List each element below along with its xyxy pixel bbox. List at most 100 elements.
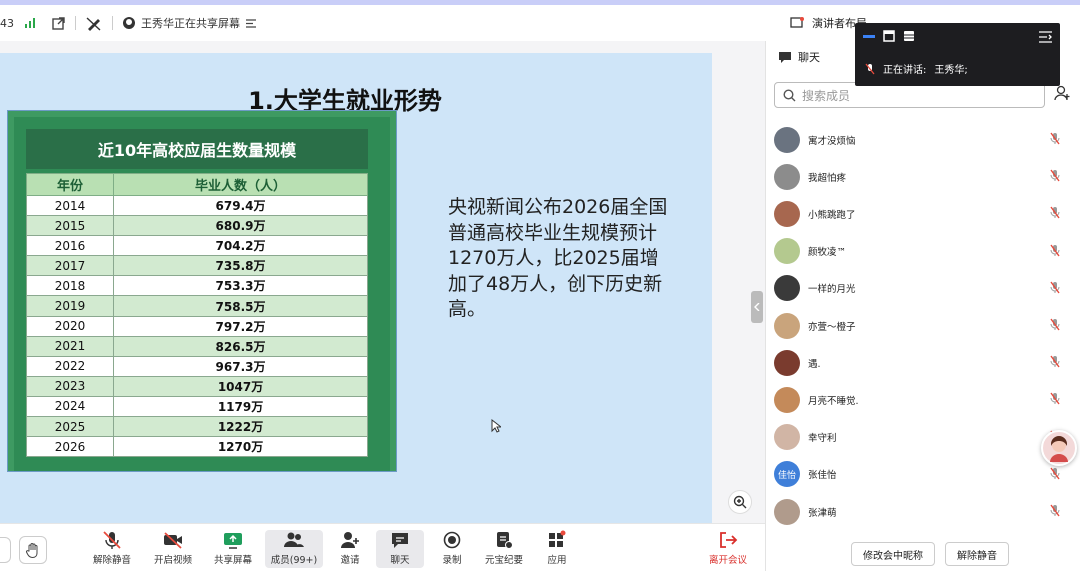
year-cell: 2026	[25, 436, 115, 458]
collapse-panel-handle[interactable]	[751, 291, 763, 323]
mic-muted-icon[interactable]	[1050, 392, 1060, 405]
member-name: 月亮不睡觉.	[808, 395, 859, 407]
meeting-window: 43 王秀华正在共享屏幕 演讲者布局 1.大学生就业形势 近10年高校应届生数量…	[0, 0, 1080, 571]
collapse-list-icon[interactable]	[1039, 31, 1052, 43]
slide-body-text: 央视新闻公布2026届全国普通高校毕业生规模预计1270万人，比2025届增加了…	[448, 196, 668, 320]
mic-muted-icon[interactable]	[1050, 504, 1060, 517]
count-cell: 704.2万	[113, 235, 368, 257]
member-item[interactable]: 颜牧凌™	[774, 233, 1074, 270]
table-row: 2017 735.8万	[25, 255, 368, 277]
floating-avatar[interactable]	[1041, 430, 1077, 466]
mouse-cursor-icon	[491, 418, 503, 437]
member-item[interactable]: 我超怕疼	[774, 158, 1074, 195]
table-row: 2014 679.4万	[25, 194, 368, 217]
member-name: 小熊跳跑了	[808, 209, 856, 221]
rename-button[interactable]: 修改会中昵称	[851, 542, 935, 566]
avatar	[774, 349, 800, 376]
table-title: 近10年高校应届生数量规模	[26, 129, 368, 169]
share-screen-button[interactable]: 共享屏幕	[205, 530, 261, 568]
members-button[interactable]: 成员(99+)	[265, 530, 323, 568]
mic-muted-icon[interactable]	[1050, 244, 1060, 257]
apps-label: 应用	[547, 555, 567, 566]
count-cell: 1270万	[113, 436, 368, 458]
members-icon	[284, 532, 304, 547]
menu-lines-icon[interactable]	[246, 18, 256, 28]
member-item[interactable]: 佳怡 张佳怡	[774, 456, 1074, 493]
unmute-button[interactable]: 解除静音	[84, 530, 140, 568]
raise-hand-button[interactable]	[19, 536, 47, 564]
search-icon	[783, 88, 796, 101]
year-cell: 2019	[25, 295, 115, 317]
year-cell: 2021	[25, 335, 115, 357]
search-placeholder: 搜索成员	[802, 88, 851, 103]
chat-tab[interactable]: 聊天	[778, 49, 820, 65]
ai-summary-button[interactable]: 元宝纪要	[476, 530, 532, 568]
summary-icon	[497, 532, 513, 549]
chat-button[interactable]: 聊天	[376, 530, 424, 568]
member-item[interactable]: 幸守利	[774, 419, 1074, 456]
divider	[112, 16, 113, 30]
count-cell: 826.5万	[113, 335, 368, 357]
add-member-button[interactable]	[1054, 85, 1070, 105]
avatar	[774, 424, 800, 451]
unmute-label: 解除静音	[92, 555, 131, 566]
minimize-bar-icon[interactable]	[863, 34, 875, 38]
mic-muted-icon[interactable]	[1050, 467, 1060, 480]
popout-icon[interactable]	[52, 16, 65, 30]
presenter-avatar-icon	[123, 17, 135, 29]
top-bar: 43 王秀华正在共享屏幕	[0, 5, 765, 41]
member-item[interactable]: 遇.	[774, 344, 1074, 381]
member-item[interactable]: 张津萌	[774, 493, 1074, 530]
add-person-icon	[1054, 85, 1070, 101]
share-screen-label: 共享屏幕	[213, 555, 252, 566]
apps-icon	[549, 530, 566, 547]
member-item[interactable]: 月亮不睡觉.	[774, 381, 1074, 418]
member-name: 一样的月光	[808, 284, 856, 296]
chat-tab-label: 聊天	[798, 51, 820, 64]
signal-icon[interactable]	[24, 17, 36, 29]
mic-muted-icon[interactable]	[1050, 132, 1060, 145]
annotation-off-icon[interactable]	[86, 16, 102, 31]
year-cell: 2015	[25, 215, 115, 237]
invite-button[interactable]: 邀请	[322, 530, 378, 568]
speaker-overlay: 正在讲话: 王秀华;	[855, 23, 1060, 86]
panel-unmute-button[interactable]: 解除静音	[945, 542, 1009, 566]
side-tab[interactable]	[0, 537, 11, 563]
leave-meeting-button[interactable]: 离开会议	[700, 530, 756, 568]
speaker-overlay-controls	[863, 30, 915, 42]
record-button[interactable]: 录制	[424, 530, 480, 568]
speaking-label: 正在讲话:	[883, 65, 927, 76]
member-item[interactable]: 亦萱～橙子	[774, 307, 1074, 344]
window-icon[interactable]	[883, 30, 895, 42]
avatar	[774, 498, 800, 525]
mic-muted-icon[interactable]	[1050, 355, 1060, 368]
list-view-icon[interactable]	[903, 30, 915, 42]
count-cell: 753.3万	[113, 275, 368, 297]
member-item[interactable]: 小熊跳跑了	[774, 195, 1074, 232]
table-row: 2025 1222万	[25, 416, 368, 438]
member-name: 亦萱～橙子	[808, 321, 856, 333]
member-item[interactable]: 寓才没烦恼	[774, 121, 1074, 158]
leave-icon	[720, 532, 738, 548]
video-off-icon	[164, 532, 182, 549]
count-cell: 797.2万	[113, 315, 368, 337]
member-item[interactable]: 一样的月光	[774, 270, 1074, 307]
avatar: 佳怡	[774, 461, 800, 488]
avatar	[774, 200, 800, 227]
start-video-button[interactable]: 开启视频	[145, 530, 201, 568]
mic-muted-icon[interactable]	[1050, 281, 1060, 294]
mic-muted-icon[interactable]	[1050, 169, 1060, 182]
mic-muted-icon[interactable]	[1050, 206, 1060, 219]
count-cell: 735.8万	[113, 255, 368, 277]
mic-muted-icon[interactable]	[1050, 318, 1060, 331]
year-cell: 2020	[25, 315, 115, 337]
year-cell: 2025	[25, 416, 115, 438]
apps-button[interactable]: 应用	[529, 530, 585, 568]
year-cell: 2014	[25, 194, 115, 217]
ai-summary-label: 元宝纪要	[484, 555, 523, 566]
hand-icon	[25, 543, 38, 558]
avatar	[774, 163, 800, 190]
layout-icon[interactable]	[790, 17, 804, 29]
speaker-mic-icon	[865, 63, 875, 74]
zoom-in-button[interactable]	[728, 490, 752, 514]
